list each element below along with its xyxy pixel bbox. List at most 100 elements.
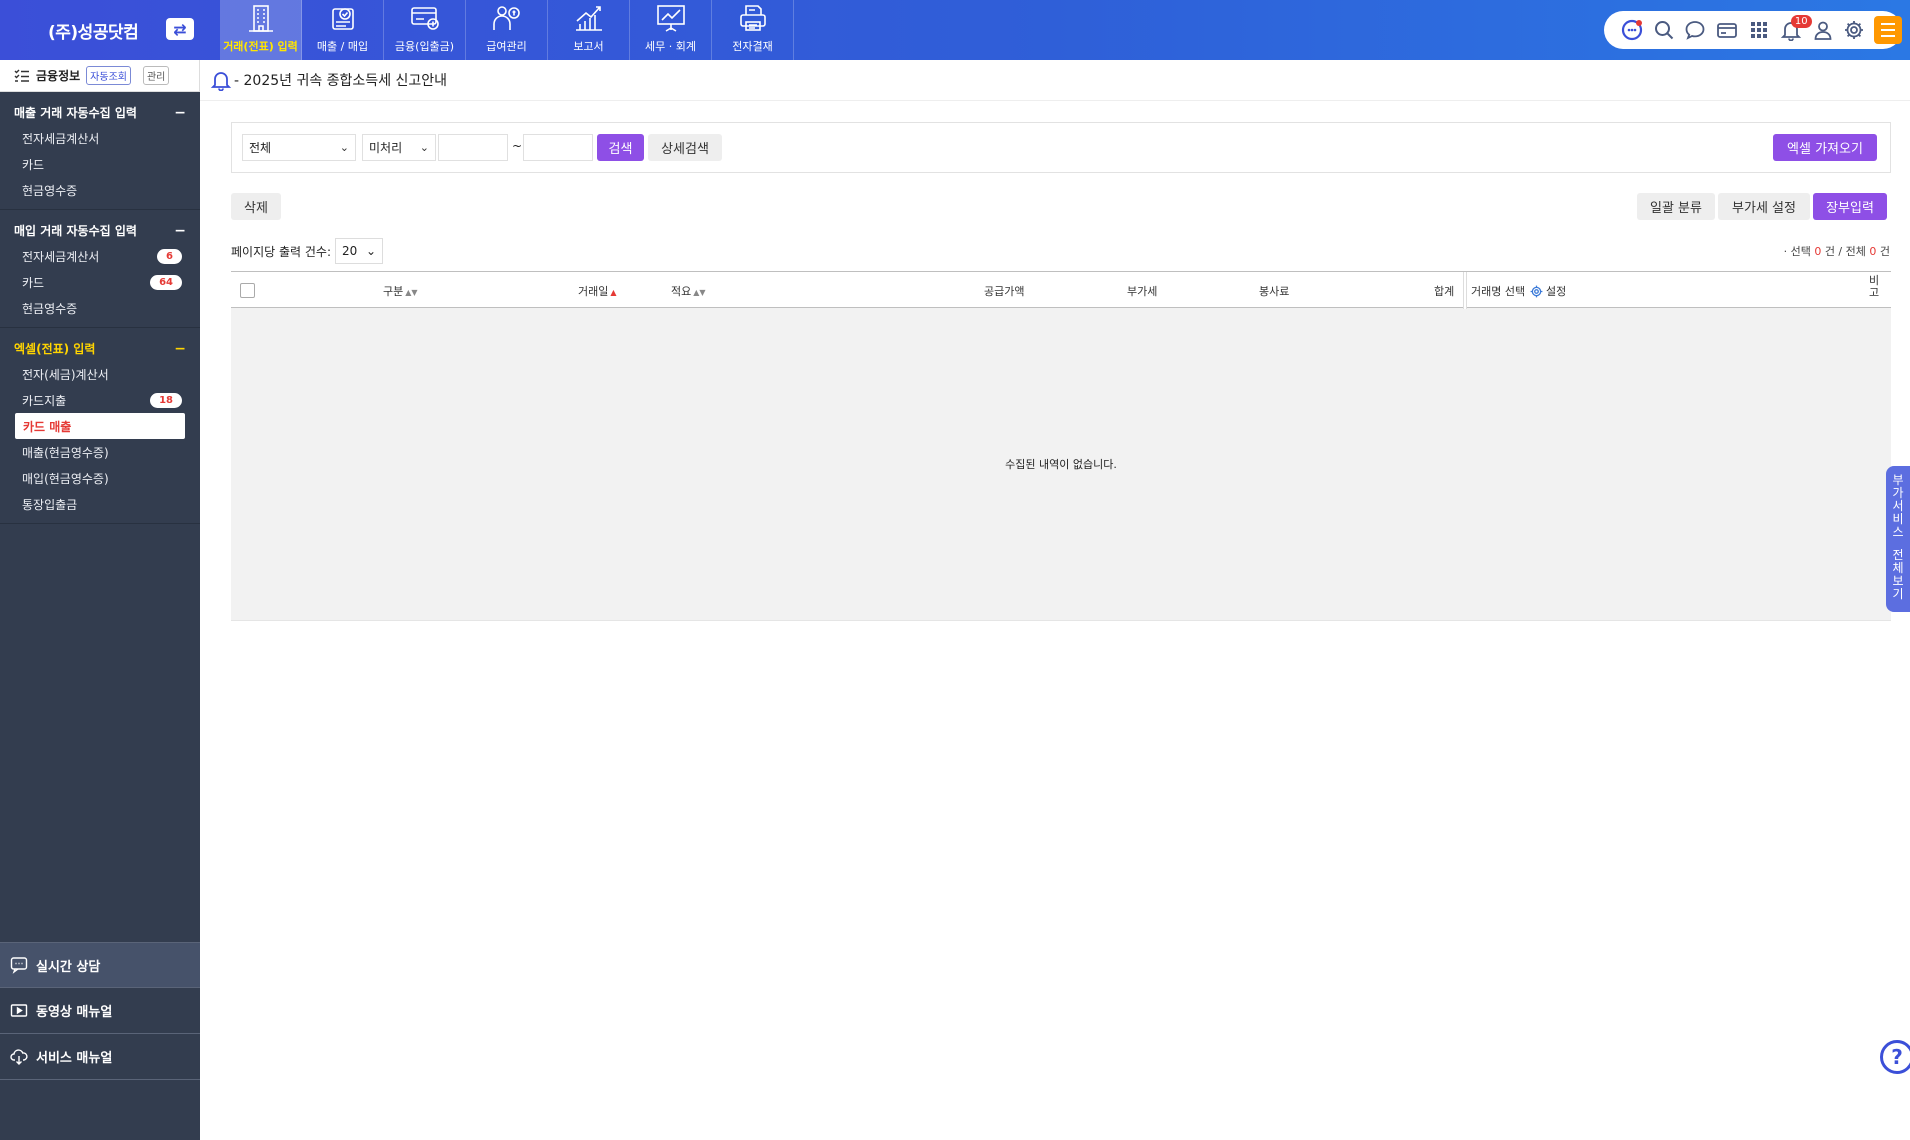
page-size-select[interactable]: 20 ⌄ — [335, 238, 383, 264]
sidebar-item-bank-transactions[interactable]: 통장입출금 — [0, 491, 200, 517]
group-title[interactable]: 매출 거래 자동수집 입력 − — [0, 100, 200, 125]
type-select-value: 전체 — [249, 141, 272, 155]
end-date-input[interactable] — [523, 134, 593, 161]
menu-finance[interactable]: 금융(입출금) — [384, 0, 466, 60]
sidebar-item-sales-card[interactable]: 카드 — [0, 151, 200, 177]
header-category[interactable]: 구분 ▲▼ — [383, 283, 418, 299]
menu-report[interactable]: 보고서 — [548, 0, 630, 60]
sidebar-item-sales-tax-invoice[interactable]: 전자세금계산서 — [0, 125, 200, 151]
page-size-label: 페이지당 출력 건수: — [231, 244, 331, 259]
menu-label: 매출 / 매입 — [316, 40, 369, 53]
group-title[interactable]: 엑셀(전표) 입력 − — [0, 336, 200, 361]
menu-label: 거래(전표) 입력 — [223, 40, 298, 53]
sidebar-item-label: 현금영수증 — [22, 301, 78, 316]
vat-setting-button[interactable]: 부가세 설정 — [1718, 193, 1810, 220]
count-badge: 64 — [150, 274, 182, 290]
sidebar-item-purchase-cash-receipt-excel[interactable]: 매입(현금영수증) — [0, 465, 200, 491]
record-count: · 선택 0 건 / 전체 0 건 — [1784, 243, 1890, 259]
sidebar-item-card-expense[interactable]: 카드지출 18 — [0, 387, 200, 413]
settings-button[interactable] — [1838, 14, 1870, 46]
service-manual-label: 서비스 매뉴얼 — [36, 1051, 113, 1066]
count-suffix: 건 — [1879, 245, 1890, 258]
main-menu: 거래(전표) 입력 매출 / 매입 금융(입출금) 급여관리 보고서 세무 · … — [220, 0, 794, 60]
video-manual-link[interactable]: 동영상 매뉴얼 — [0, 988, 200, 1034]
table-body-empty: 수집된 내역이 없습니다. — [231, 308, 1891, 621]
search-button[interactable] — [1648, 14, 1680, 46]
sidebar-item-excel-tax-invoice[interactable]: 전자(세금)계산서 — [0, 361, 200, 387]
top-navigation-bar: (주)성공닷컴 ⇄ 거래(전표) 입력 매출 / 매입 금융(입출금) 급여관리… — [0, 0, 1910, 60]
sort-icon: ▲▼ — [693, 288, 706, 297]
company-name[interactable]: (주)성공닷컴 — [48, 18, 139, 43]
ledger-input-button[interactable]: 장부입력 — [1813, 193, 1887, 220]
page-size-control: 페이지당 출력 건수: 20 ⌄ — [231, 238, 383, 264]
header-partner-select: 거래명 선택 — [1471, 285, 1526, 298]
header-summary[interactable]: 적요 ▲▼ — [671, 283, 706, 299]
chevron-down-icon: ⌄ — [419, 141, 429, 154]
sidebar-item-label: 매입(현금영수증) — [22, 471, 109, 486]
sidebar-item-sales-cash-receipt[interactable]: 현금영수증 — [0, 177, 200, 203]
grid-icon — [1751, 22, 1768, 38]
header-date[interactable]: 거래일 ▲ — [578, 283, 617, 299]
transactions-table: 구분 ▲▼ 거래일 ▲ 적요 ▲▼ 공급가액 부가세 봉사료 합계 거래명 선택 설정… — [231, 271, 1891, 621]
start-date-input[interactable] — [438, 134, 508, 161]
live-chat-link[interactable]: 실시간 상담 — [0, 942, 200, 988]
message-button[interactable] — [1680, 14, 1712, 46]
chevron-down-icon: ⌄ — [339, 141, 349, 154]
menu-sales-purchase[interactable]: 매출 / 매입 — [302, 0, 384, 60]
toolbar: 10 — [1604, 11, 1903, 49]
collapse-icon[interactable]: − — [174, 224, 186, 238]
collapse-icon[interactable]: − — [174, 342, 186, 356]
finance-info-header: 금융정보 자동조회 관리 — [0, 60, 200, 92]
sidebar: 금융정보 자동조회 관리 매출 거래 자동수집 입력 − 전자세금계산서 카드 현… — [0, 60, 200, 1140]
status-select[interactable]: 미처리 ⌄ — [362, 134, 436, 161]
gear-icon — [1530, 285, 1543, 297]
purchase-auto-group: 매입 거래 자동수집 입력 − 전자세금계산서 6 카드 64 현금영수증 — [0, 210, 200, 328]
additional-services-tab[interactable]: 부 가 서 비 스 전 체 보 기 — [1886, 466, 1910, 612]
chatbot-icon — [1621, 19, 1642, 41]
sidebar-item-label: 카드 — [22, 275, 45, 290]
search-button[interactable]: 검색 — [597, 134, 644, 161]
group-title[interactable]: 매입 거래 자동수집 입력 − — [0, 218, 200, 243]
search-panel: 전체 ⌄ 미처리 ⌄ ~ 검색 상세검색 엑셀 가져오기 — [231, 122, 1891, 173]
collapse-icon[interactable]: − — [174, 106, 186, 120]
manage-chip[interactable]: 관리 — [142, 66, 170, 85]
count-badge: 6 — [157, 248, 182, 264]
card-button[interactable] — [1711, 14, 1743, 46]
excel-import-button[interactable]: 엑셀 가져오기 — [1773, 134, 1877, 161]
sidebar-item-label: 매출(현금영수증) — [22, 445, 109, 460]
profile-button[interactable] — [1807, 14, 1839, 46]
page-size-value: 20 — [342, 244, 358, 258]
bulk-classify-button[interactable]: 일괄 분류 — [1637, 193, 1715, 220]
menu-payroll[interactable]: 급여관리 — [466, 0, 548, 60]
building-icon — [248, 5, 273, 32]
help-icon[interactable]: ? — [1880, 1040, 1910, 1074]
presentation-icon — [656, 5, 685, 32]
notification-button[interactable]: 10 — [1775, 14, 1812, 46]
menu-e-approval[interactable]: 전자결재 — [712, 0, 794, 60]
sidebar-item-purchase-card[interactable]: 카드 64 — [0, 269, 200, 295]
chatbot-button[interactable] — [1616, 14, 1648, 46]
company-switch-icon[interactable]: ⇄ — [166, 18, 194, 40]
checklist-icon — [14, 69, 29, 82]
sidebar-item-purchase-cash-receipt[interactable]: 현금영수증 — [0, 295, 200, 321]
delete-button[interactable]: 삭제 — [231, 193, 281, 220]
apps-button[interactable] — [1743, 14, 1775, 46]
auto-query-chip[interactable]: 자동조회 — [86, 66, 131, 85]
sidebar-item-label: 현금영수증 — [22, 183, 78, 198]
type-select[interactable]: 전체 ⌄ — [242, 134, 356, 161]
detail-search-button[interactable]: 상세검색 — [648, 134, 722, 161]
sidebar-item-purchase-tax-invoice[interactable]: 전자세금계산서 6 — [0, 243, 200, 269]
service-manual-link[interactable]: 서비스 매뉴얼 — [0, 1034, 200, 1080]
hamburger-menu-icon[interactable] — [1874, 16, 1903, 44]
column-divider — [1463, 272, 1467, 309]
sort-asc-icon: ▲ — [610, 288, 617, 297]
total-count: 0 — [1869, 245, 1877, 258]
sidebar-item-card-sales[interactable]: 카드 매출 — [15, 413, 185, 439]
menu-tax-accounting[interactable]: 세무 · 회계 — [630, 0, 712, 60]
sidebar-item-sales-cash-receipt-excel[interactable]: 매출(현금영수증) — [0, 439, 200, 465]
menu-transaction-input[interactable]: 거래(전표) 입력 — [220, 0, 302, 60]
select-all-checkbox[interactable] — [240, 283, 255, 298]
partner-setting-button[interactable]: 설정 — [1530, 283, 1566, 299]
notice-banner[interactable]: - 2025년 귀속 종합소득세 신고안내 — [210, 68, 447, 92]
printer-icon — [739, 5, 766, 31]
